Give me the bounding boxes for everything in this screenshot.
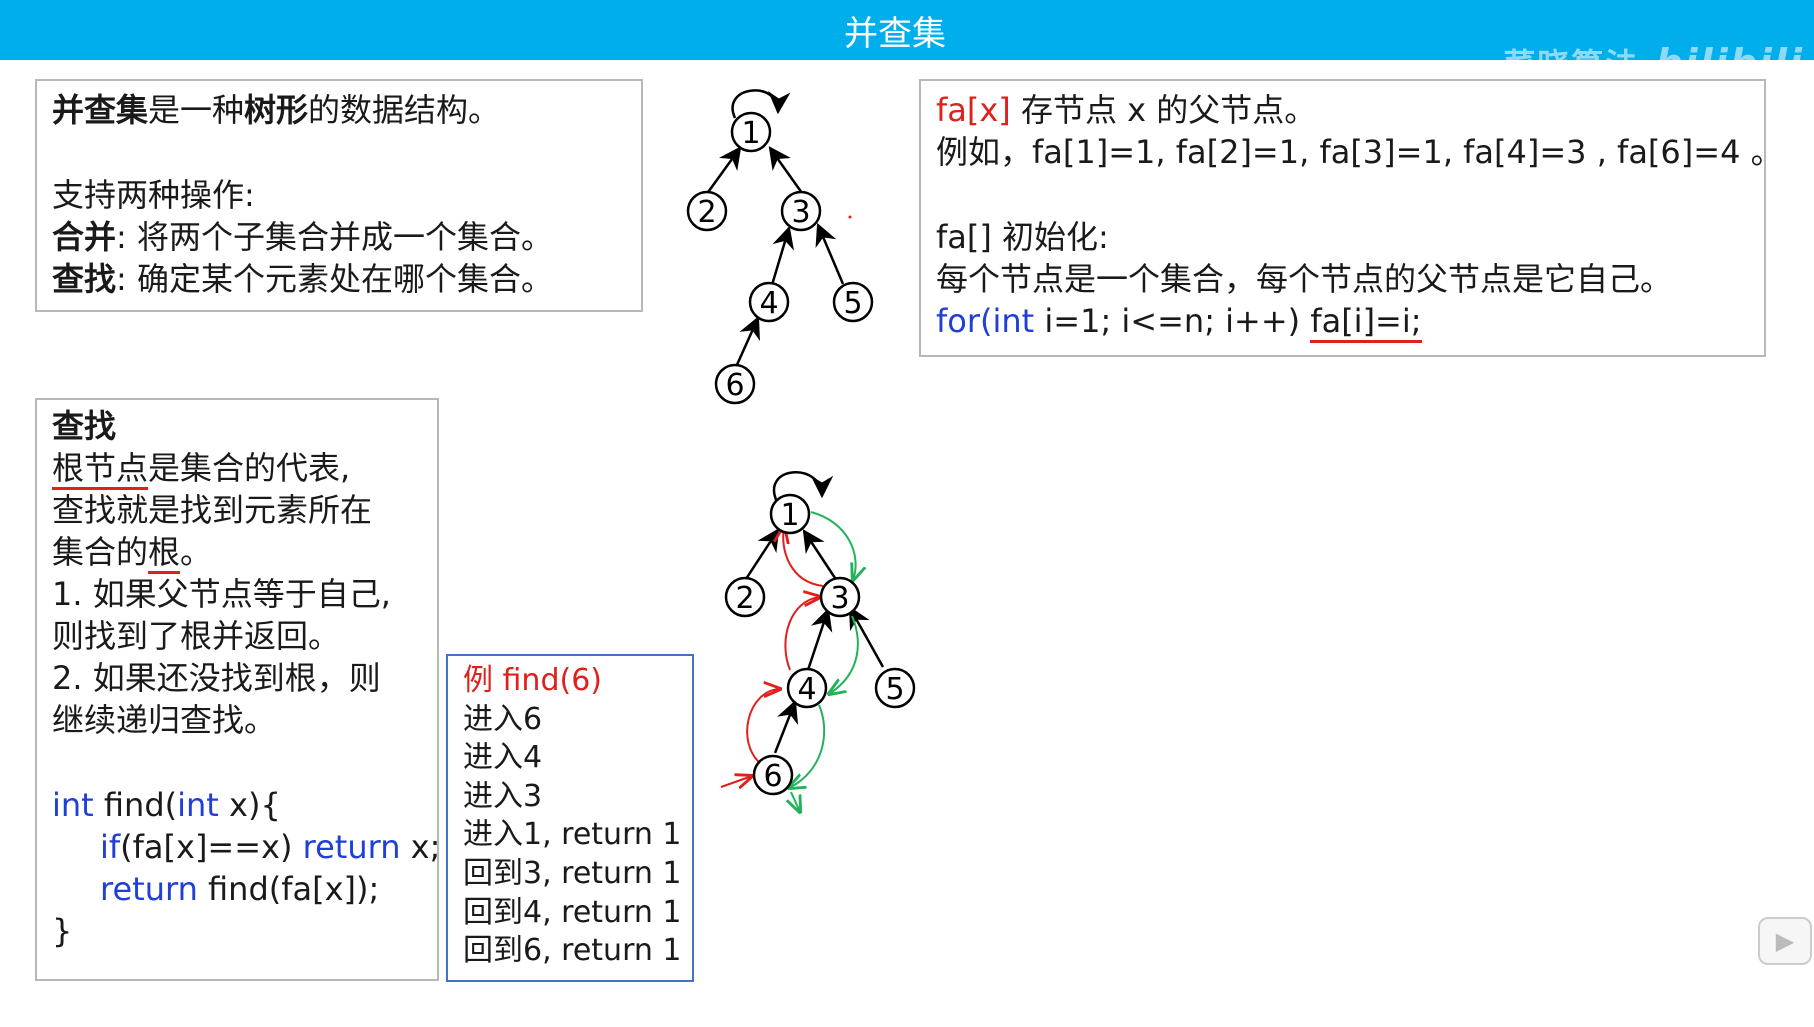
tree1-node-6: 6 (714, 363, 756, 405)
svg-text:5: 5 (843, 286, 862, 321)
svg-text:3: 3 (830, 581, 849, 616)
tree2-node-2: 2 (724, 576, 766, 618)
edge-5-3 (848, 606, 885, 668)
edge-6-4 (773, 699, 799, 754)
tree2-node-4: 4 (786, 667, 828, 709)
tree2-node-5: 5 (874, 667, 916, 709)
svg-text:6: 6 (763, 759, 782, 794)
play-button[interactable]: ▶ (1758, 917, 1812, 965)
tree1-node-3: 3 (780, 190, 822, 232)
tree1-node-4: 4 (748, 281, 790, 323)
svg-text:5: 5 (885, 672, 904, 707)
tree-diagrams: 1 2 3 4 5 6 1 2 3 4 5 6 (686, 89, 916, 1027)
tree2-node-1: 1 (769, 493, 811, 535)
svg-text:2: 2 (735, 581, 754, 616)
green-return-arrow (789, 704, 826, 788)
tree1-node-5: 5 (832, 281, 874, 323)
svg-text:2: 2 (697, 195, 716, 230)
edge-2-1 (744, 528, 780, 580)
green-return-arrow (810, 511, 856, 580)
edge-3-1 (768, 146, 804, 194)
tree-2: 1 2 3 4 5 6 (720, 471, 916, 812)
svg-text:4: 4 (759, 286, 778, 321)
tree2-node-3: 3 (819, 576, 861, 618)
edge-4-3 (770, 225, 794, 286)
edge-6-4 (734, 315, 760, 368)
edge-3-1 (802, 529, 837, 579)
red-call-arrow (783, 527, 824, 587)
red-entry-arrow (720, 776, 752, 787)
edge-5-3 (815, 222, 845, 285)
tree2-node-6: 6 (752, 754, 794, 796)
tree1-node-1: 1 (730, 111, 772, 153)
tree1-node-2: 2 (686, 190, 728, 232)
svg-text:3: 3 (791, 195, 810, 230)
green-exit-arrow (791, 791, 800, 812)
svg-text:4: 4 (797, 672, 816, 707)
edge-4-3 (806, 607, 833, 671)
svg-text:6: 6 (725, 368, 744, 403)
tree-1: 1 2 3 4 5 6 (686, 89, 874, 405)
play-icon: ▶ (1775, 927, 1795, 955)
red-call-arrow (784, 597, 820, 671)
svg-text:1: 1 (741, 116, 760, 151)
svg-text:1: 1 (780, 498, 799, 533)
green-return-arrow (829, 615, 859, 694)
red-dot (848, 215, 852, 219)
edge-2-1 (704, 146, 742, 196)
